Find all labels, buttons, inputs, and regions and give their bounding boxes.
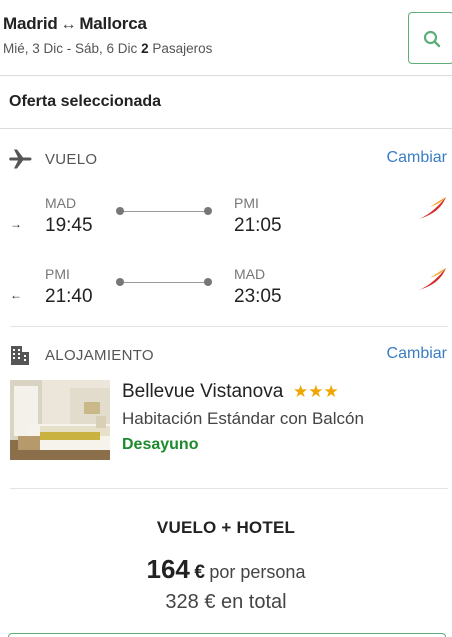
airline-logo xyxy=(418,268,446,290)
flight-line-start-dot xyxy=(116,278,124,286)
room-type: Habitación Estándar con Balcón xyxy=(122,409,364,428)
arrival-airport: MAD xyxy=(234,266,266,282)
change-flight-link[interactable]: Cambiar xyxy=(387,149,447,167)
building-icon xyxy=(11,346,29,365)
price-per-person: 164 € por persona xyxy=(0,554,452,585)
flight-leg-return: ← PMI 21:40 MAD 23:05 xyxy=(0,266,452,318)
total-price: 328 € en total xyxy=(165,591,287,613)
package-label: VUELO + HOTEL xyxy=(156,518,296,537)
flight-leg-outbound: → MAD 19:45 PMI 21:05 xyxy=(0,195,452,247)
trip-dates: Mié, 3 Dic - Sáb, 6 Dic 2 Pasajeros xyxy=(3,41,212,56)
board-type: Desayuno xyxy=(122,436,199,453)
airline-logo xyxy=(418,197,446,219)
search-icon xyxy=(423,30,441,48)
flight-line xyxy=(120,211,208,212)
offer-title: Oferta seleccionada xyxy=(9,93,162,110)
modify-search-button[interactable] xyxy=(408,12,452,64)
origin-city: Madrid xyxy=(3,14,58,33)
price-currency: € xyxy=(194,562,205,583)
passenger-count: 2 xyxy=(141,41,149,56)
divider xyxy=(10,488,448,489)
passenger-label: Pasajeros xyxy=(152,41,213,56)
route-title: Madrid ↔ Mallorca xyxy=(3,14,147,34)
divider xyxy=(0,128,452,129)
destination-city: Mallorca xyxy=(79,14,147,33)
arrival-time: 21:05 xyxy=(234,215,282,236)
hotel-name[interactable]: Bellevue Vistanova xyxy=(122,381,283,403)
hotel-room-image xyxy=(10,380,110,460)
departure-time: 19:45 xyxy=(45,215,93,236)
hotel-star-rating: ★★★ xyxy=(293,382,339,401)
price-amount: 164 xyxy=(146,554,190,584)
flight-line-end-dot xyxy=(204,278,212,286)
flight-section-label: VUELO xyxy=(45,151,98,168)
change-hotel-link[interactable]: Cambiar xyxy=(387,345,447,363)
hotel-section-label: ALOJAMIENTO xyxy=(45,347,154,364)
departure-airport: PMI xyxy=(45,266,70,282)
continue-button[interactable] xyxy=(8,633,446,637)
plane-icon xyxy=(9,149,32,169)
flight-section-header: VUELO Cambiar xyxy=(9,148,449,170)
search-summary-header: Madrid ↔ Mallorca Mié, 3 Dic - Sáb, 6 Dic … xyxy=(0,0,452,76)
departure-airport: MAD xyxy=(45,195,77,211)
flight-line xyxy=(120,282,208,283)
hotel-photo[interactable] xyxy=(10,380,110,460)
arrival-time: 23:05 xyxy=(234,286,282,307)
outbound-arrow-icon: → xyxy=(10,217,22,231)
date-range: Mié, 3 Dic - Sáb, 6 Dic xyxy=(3,41,138,56)
hotel-section-header: ALOJAMIENTO Cambiar xyxy=(9,344,449,366)
per-person-label: por persona xyxy=(209,562,306,582)
divider xyxy=(10,326,448,327)
departure-time: 21:40 xyxy=(45,286,93,307)
arrival-airport: PMI xyxy=(234,195,259,211)
flight-line-start-dot xyxy=(116,207,124,215)
return-arrow-icon: ← xyxy=(10,288,22,302)
flight-line-end-dot xyxy=(204,207,212,215)
round-trip-arrow-icon: ↔ xyxy=(60,16,77,33)
